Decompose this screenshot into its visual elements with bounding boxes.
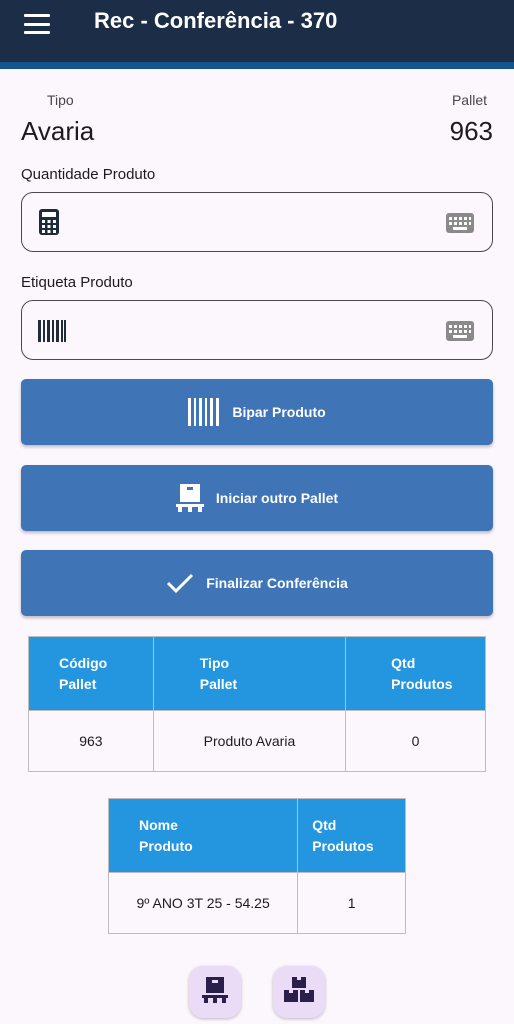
- quantidade-input[interactable]: [80, 203, 440, 241]
- boxes-icon: [283, 976, 315, 1008]
- bipar-produto-label: Bipar Produto: [232, 404, 326, 420]
- appbar-accent-stripe: [0, 62, 514, 69]
- finalizar-conferencia-label: Finalizar Conferência: [206, 575, 348, 591]
- tipo-label: Tipo: [47, 92, 74, 108]
- page-title: Rec - Conferência - 370: [94, 8, 338, 33]
- etiqueta-field[interactable]: [21, 300, 493, 360]
- iniciar-outro-pallet-label: Iniciar outro Pallet: [215, 490, 339, 506]
- table-row[interactable]: 9º ANO 3T 25 - 54.25 1: [107, 872, 406, 934]
- barcode-icon: [38, 320, 66, 347]
- table-row[interactable]: 963 Produto Avaria 0: [28, 710, 486, 772]
- pallet-icon: [175, 484, 204, 512]
- pallet-table-header: Código Pallet Tipo Pallet Qtd Produtos: [28, 636, 486, 711]
- pallet-table: Código Pallet Tipo Pallet Qtd Produtos 963 …: [28, 636, 486, 772]
- cell-qtd-produtos: 0: [345, 710, 486, 772]
- calculator-icon: [38, 209, 60, 240]
- finalizar-conferencia-button[interactable]: Finalizar Conferência: [21, 550, 493, 616]
- keyboard-icon[interactable]: [446, 321, 474, 346]
- header-tipo-pallet: Tipo Pallet: [152, 636, 347, 711]
- iniciar-outro-pallet-button[interactable]: Iniciar outro Pallet: [21, 465, 493, 531]
- bipar-produto-button[interactable]: Bipar Produto: [21, 379, 493, 445]
- cell-tipo-pallet: Produto Avaria: [152, 710, 347, 772]
- barcode-icon: [188, 398, 220, 426]
- app-bar: Rec - Conferência - 370: [0, 0, 514, 62]
- quantidade-label: Quantidade Produto: [21, 166, 156, 183]
- cell-nome-produto: 9º ANO 3T 25 - 54.25: [107, 872, 299, 934]
- pallet-value: 963: [449, 116, 493, 146]
- pallet-fab-button[interactable]: [189, 966, 241, 1018]
- header-codigo-pallet: Código Pallet: [28, 636, 154, 711]
- header-qtd-produtos: Qtd Produtos: [345, 636, 486, 711]
- product-table-header: Nome Produto Qtd Produtos: [107, 798, 406, 873]
- header-qtd-produtos: Qtd Produtos: [297, 798, 406, 873]
- check-icon: [166, 572, 194, 594]
- boxes-fab-button[interactable]: [273, 966, 325, 1018]
- etiqueta-input[interactable]: [80, 311, 440, 349]
- product-table: Nome Produto Qtd Produtos 9º ANO 3T 25 - 5…: [107, 798, 406, 934]
- header-nome-produto: Nome Produto: [107, 798, 299, 873]
- pallet-icon: [202, 976, 228, 1008]
- keyboard-icon[interactable]: [446, 213, 474, 238]
- tipo-value: Avaria: [21, 116, 95, 146]
- etiqueta-label: Etiqueta Produto: [21, 274, 133, 291]
- menu-icon[interactable]: [24, 14, 50, 34]
- cell-codigo-pallet: 963: [28, 710, 154, 772]
- pallet-label: Pallet: [451, 92, 487, 108]
- quantidade-field[interactable]: [21, 192, 493, 252]
- cell-qtd-produtos: 1: [297, 872, 406, 934]
